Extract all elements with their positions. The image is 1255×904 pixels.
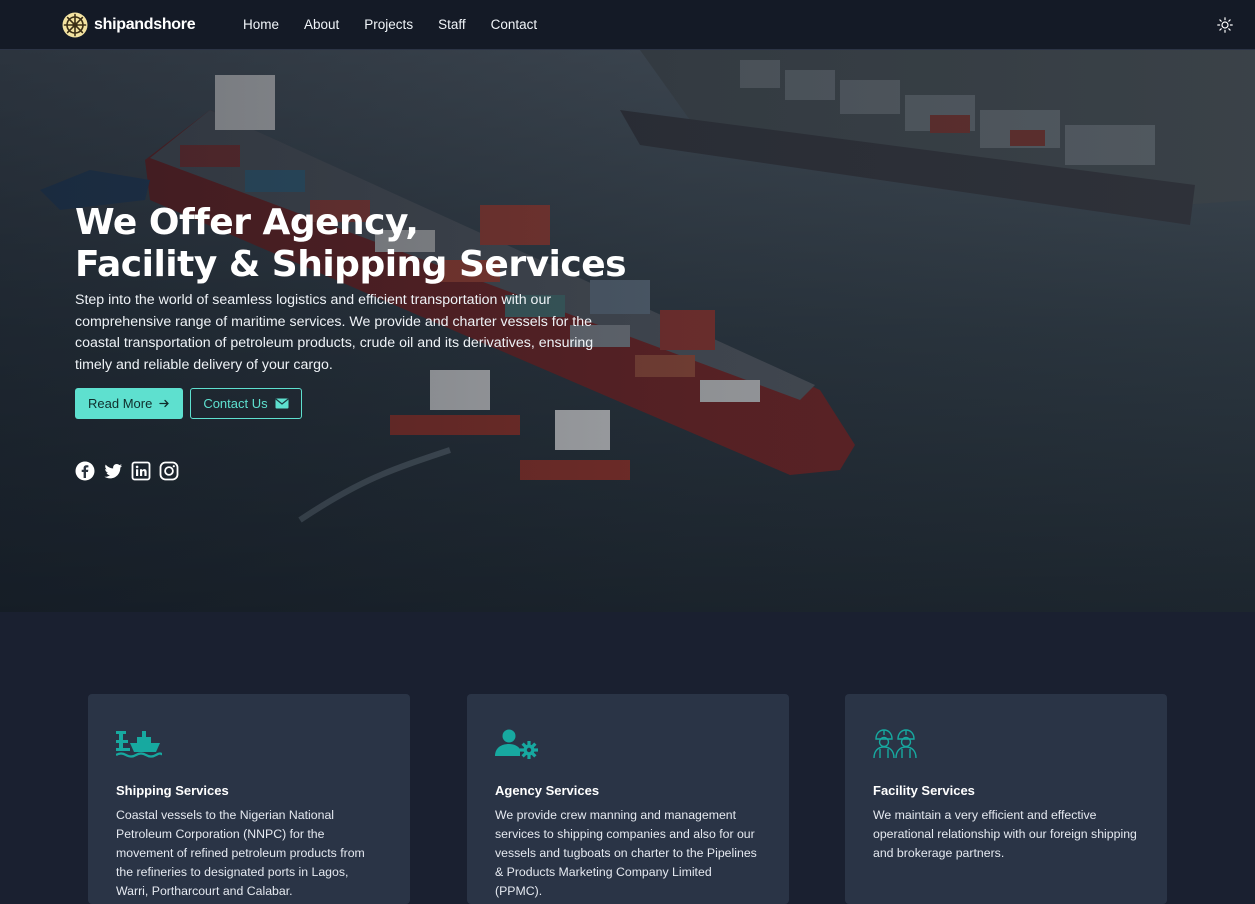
hero-title-line-1: We Offer Agency,	[75, 202, 419, 243]
social-links	[75, 461, 635, 481]
service-description: Coastal vessels to the Nigerian National…	[116, 808, 365, 898]
arrow-right-icon	[159, 399, 170, 408]
nav-link-contact[interactable]: Contact	[491, 17, 538, 32]
twitter-icon[interactable]	[103, 461, 123, 481]
nav-link-projects[interactable]: Projects	[364, 17, 413, 32]
services-section: Shipping Services Coastal vessels to the…	[0, 612, 1255, 904]
hero-description: Step into the world of seamless logistic…	[75, 292, 594, 373]
service-description: We provide crew manning and management s…	[495, 808, 757, 898]
ship-port-icon	[115, 731, 164, 758]
nav-link-staff[interactable]: Staff	[438, 17, 466, 32]
hero-buttons: Read More Contact Us	[75, 388, 635, 419]
hero-title-line-2: Facility & Shipping Services	[75, 244, 627, 285]
service-card-agency: Agency Services We provide crew manning …	[467, 694, 789, 904]
service-title: Agency Services	[495, 783, 600, 798]
facebook-icon[interactable]	[75, 461, 95, 481]
workers-icon	[873, 729, 917, 759]
envelope-icon	[275, 398, 289, 409]
linkedin-icon[interactable]	[131, 461, 151, 481]
brand[interactable]: shipandshore	[62, 12, 196, 38]
nav-link-home[interactable]: Home	[243, 17, 279, 32]
service-card-facility: Facility Services We maintain a very eff…	[845, 694, 1167, 904]
brand-name: shipandshore	[94, 16, 196, 33]
read-more-button[interactable]: Read More	[75, 388, 184, 419]
nav-links: Home About Projects Staff Contact	[243, 17, 562, 32]
service-description: We maintain a very efficient and effecti…	[873, 808, 1137, 860]
ship-wheel-logo-icon	[62, 12, 88, 38]
top-navbar: shipandshore Home About Projects Staff C…	[0, 0, 1255, 50]
contact-us-label: Contact Us	[203, 396, 268, 411]
hero-section: We Offer Agency, Facility & Shipping Ser…	[0, 50, 1255, 612]
instagram-icon[interactable]	[159, 461, 179, 481]
service-card-shipping: Shipping Services Coastal vessels to the…	[88, 694, 410, 904]
hero-title: We Offer Agency, Facility & Shipping Ser…	[75, 202, 635, 286]
hero-content: We Offer Agency, Facility & Shipping Ser…	[75, 202, 635, 481]
user-gear-icon	[495, 729, 538, 759]
service-title: Facility Services	[873, 783, 975, 798]
sun-icon[interactable]	[1217, 17, 1233, 33]
read-more-label: Read More	[88, 396, 153, 411]
contact-us-button[interactable]: Contact Us	[190, 388, 302, 419]
nav-link-about[interactable]: About	[304, 17, 339, 32]
service-title: Shipping Services	[116, 783, 229, 798]
